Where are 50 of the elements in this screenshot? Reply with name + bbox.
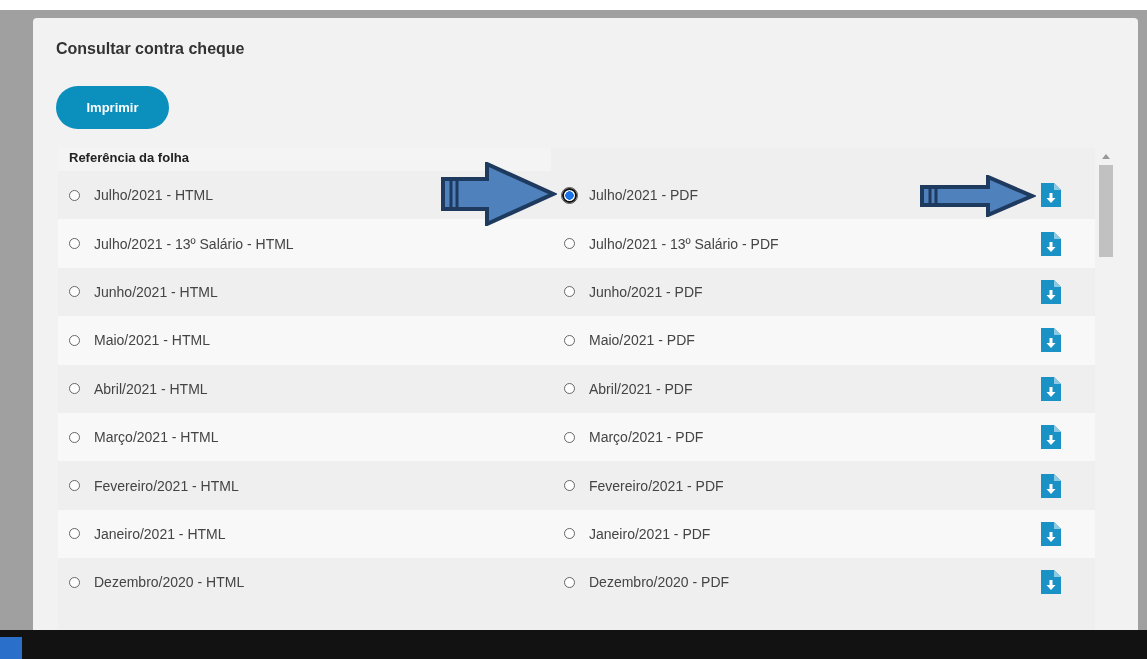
file-download-icon[interactable] — [1041, 279, 1061, 304]
page-title: Consultar contra cheque — [56, 40, 246, 59]
file-download-icon[interactable] — [1041, 521, 1061, 546]
radio-button[interactable] — [564, 238, 575, 250]
radio-button[interactable] — [69, 480, 80, 492]
option-label: Janeiro/2021 - PDF — [589, 525, 711, 542]
option-label: Dezembro/2020 - HTML — [94, 574, 245, 591]
radio-button[interactable] — [69, 189, 80, 201]
radio-button[interactable] — [564, 576, 575, 588]
file-download-icon[interactable] — [1041, 183, 1061, 208]
radio-button[interactable] — [69, 238, 80, 250]
option-label: Maio/2021 - HTML — [94, 332, 210, 349]
scrollbar-thumb[interactable] — [1099, 165, 1113, 257]
option-label: Junho/2021 - HTML — [94, 283, 218, 300]
radio-button[interactable] — [69, 528, 80, 540]
file-download-icon[interactable] — [1041, 231, 1061, 256]
radio-button[interactable] — [562, 187, 577, 203]
radio-button[interactable] — [69, 286, 80, 298]
option-label: Julho/2021 - PDF — [589, 187, 698, 204]
file-download-icon[interactable] — [1041, 570, 1061, 595]
option-label: Fevereiro/2021 - HTML — [94, 477, 239, 494]
radio-button[interactable] — [69, 334, 80, 346]
option-label: Julho/2021 - 13º Salário - HTML — [94, 235, 294, 252]
option-label: Maio/2021 - PDF — [589, 332, 695, 349]
column-header: Referência da folha — [69, 150, 189, 165]
radio-button[interactable] — [564, 334, 575, 346]
file-download-icon[interactable] — [1041, 328, 1061, 353]
option-label: Fevereiro/2021 - PDF — [589, 477, 724, 494]
radio-button[interactable] — [69, 576, 80, 588]
print-button[interactable]: Imprimir — [56, 86, 169, 129]
scroll-up-icon[interactable] — [1102, 154, 1110, 159]
file-download-icon[interactable] — [1041, 473, 1061, 498]
option-label: Abril/2021 - PDF — [589, 380, 693, 397]
option-label: Março/2021 - HTML — [94, 429, 219, 446]
radio-button[interactable] — [69, 383, 80, 395]
radio-button[interactable] — [69, 431, 80, 443]
option-label: Janeiro/2021 - HTML — [94, 525, 226, 542]
option-label: Julho/2021 - 13º Salário - PDF — [589, 235, 779, 252]
option-label: Abril/2021 - HTML — [94, 380, 208, 397]
radio-button[interactable] — [564, 383, 575, 395]
option-label: Março/2021 - PDF — [589, 429, 704, 446]
radio-button[interactable] — [564, 286, 575, 298]
file-download-icon[interactable] — [1041, 425, 1061, 450]
file-download-icon[interactable] — [1041, 376, 1061, 401]
option-label: Junho/2021 - PDF — [589, 283, 703, 300]
option-label: Julho/2021 - HTML — [94, 187, 214, 204]
option-label: Dezembro/2020 - PDF — [589, 574, 730, 591]
radio-button[interactable] — [564, 528, 575, 540]
radio-button[interactable] — [564, 480, 575, 492]
radio-button[interactable] — [564, 431, 575, 443]
